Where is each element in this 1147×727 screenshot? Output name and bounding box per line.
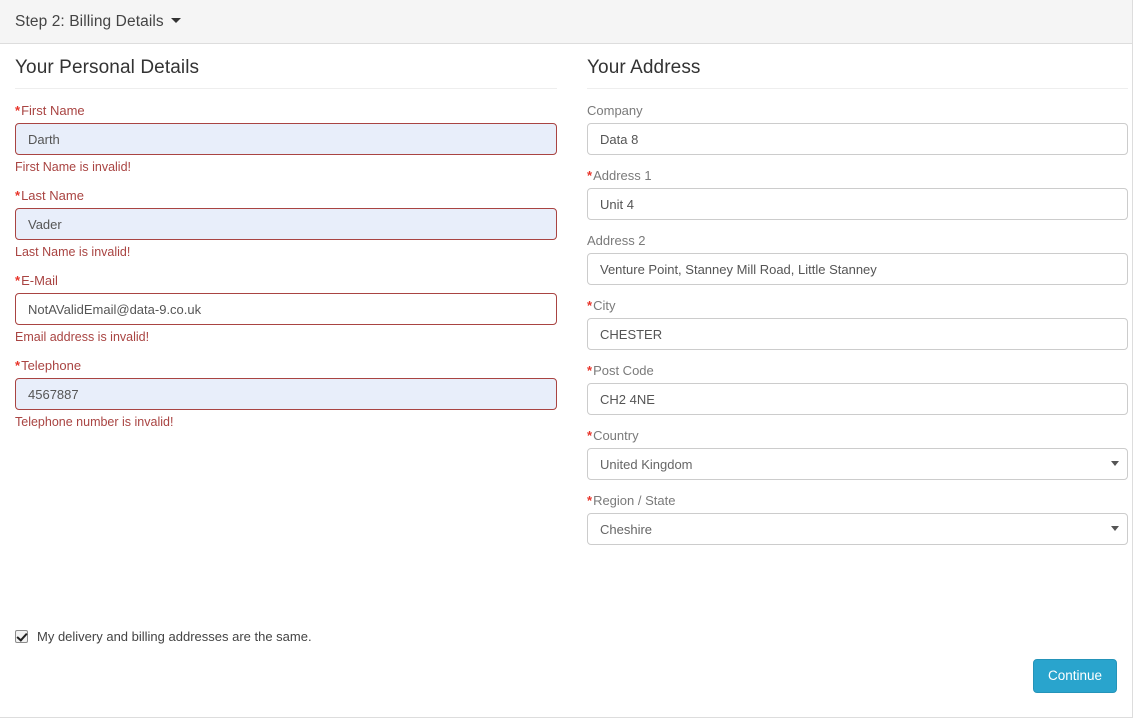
label-country: *Country (587, 428, 639, 443)
continue-button[interactable]: Continue (1032, 659, 1117, 694)
required-asterisk: * (15, 103, 21, 118)
required-asterisk: * (15, 358, 21, 373)
form-group-telephone: *Telephone Telephone number is invalid! (15, 358, 557, 429)
form-group-last-name: *Last Name Last Name is invalid! (15, 188, 557, 259)
address-1-input[interactable] (587, 188, 1128, 220)
form-group-first-name: *First Name First Name is invalid! (15, 103, 557, 174)
form-group-city: *City (587, 298, 1128, 350)
personal-details-column: Your Personal Details *First Name First … (15, 44, 557, 443)
shipping-same-row[interactable]: My delivery and billing addresses are th… (15, 629, 312, 644)
required-asterisk: * (587, 168, 593, 183)
panel-header: Step 2: Billing Details (0, 0, 1132, 44)
form-group-company: Company (587, 103, 1128, 155)
telephone-error: Telephone number is invalid! (15, 415, 174, 429)
section-divider (587, 88, 1128, 89)
telephone-input[interactable] (15, 378, 557, 410)
required-asterisk: * (587, 493, 593, 508)
label-address-1: *Address 1 (587, 168, 652, 183)
address-heading: Your Address (587, 57, 701, 78)
form-group-address-2: Address 2 (587, 233, 1128, 285)
city-input[interactable] (587, 318, 1128, 350)
region-state-select[interactable]: Cheshire (587, 513, 1128, 545)
first-name-input[interactable] (15, 123, 557, 155)
email-input[interactable] (15, 293, 557, 325)
form-group-address-1: *Address 1 (587, 168, 1128, 220)
last-name-input[interactable] (15, 208, 557, 240)
last-name-error: Last Name is invalid! (15, 245, 131, 259)
personal-details-heading: Your Personal Details (15, 57, 200, 78)
required-asterisk: * (15, 273, 21, 288)
shipping-same-label: My delivery and billing addresses are th… (37, 629, 312, 644)
post-code-input[interactable] (587, 383, 1128, 415)
label-first-name: *First Name (15, 103, 85, 118)
page-title: Step 2: Billing Details (15, 12, 164, 30)
label-telephone: *Telephone (15, 358, 82, 373)
address-2-input[interactable] (587, 253, 1128, 285)
label-region-state: *Region / State (587, 493, 676, 508)
form-group-region-state: *Region / State Cheshire (587, 493, 1128, 545)
required-asterisk: * (587, 363, 593, 378)
form-actions: Continue (1032, 659, 1117, 694)
caret-down-icon[interactable] (170, 18, 181, 23)
shipping-same-checkbox[interactable] (15, 630, 28, 643)
label-post-code: *Post Code (587, 363, 654, 378)
country-select[interactable]: United Kingdom (587, 448, 1128, 480)
company-input[interactable] (587, 123, 1128, 155)
form-group-post-code: *Post Code (587, 363, 1128, 415)
section-divider (15, 88, 557, 89)
billing-details-panel: Step 2: Billing Details Your Personal De… (0, 0, 1133, 718)
panel-body: Your Personal Details *First Name First … (0, 44, 1132, 717)
address-column: Your Address Company *Address 1 Address … (587, 44, 1128, 558)
form-group-email: *E-Mail Email address is invalid! (15, 273, 557, 344)
form-group-country: *Country United Kingdom (587, 428, 1128, 480)
label-last-name: *Last Name (15, 188, 84, 203)
label-email: *E-Mail (15, 273, 58, 288)
label-address-2: Address 2 (587, 233, 646, 248)
required-asterisk: * (587, 298, 593, 313)
first-name-error: First Name is invalid! (15, 160, 131, 174)
label-company: Company (587, 103, 643, 118)
email-error: Email address is invalid! (15, 330, 150, 344)
required-asterisk: * (587, 428, 593, 443)
required-asterisk: * (15, 188, 21, 203)
label-city: *City (587, 298, 616, 313)
